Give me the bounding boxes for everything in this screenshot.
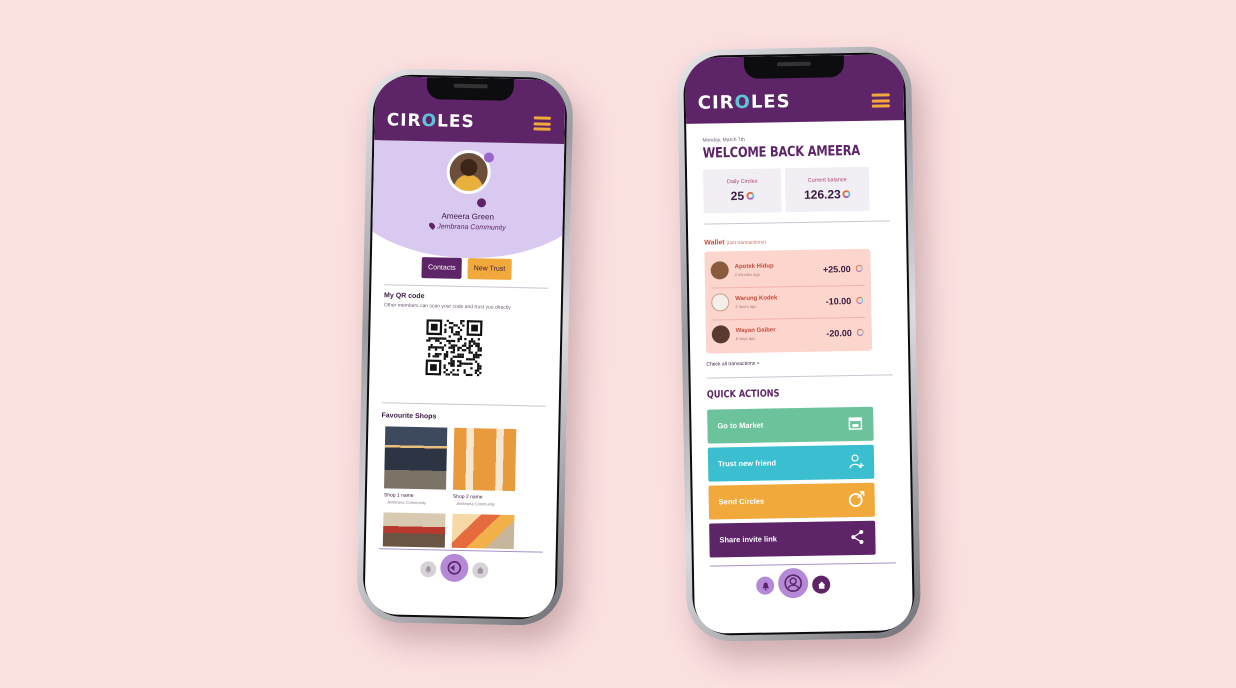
- card-label: Current balance: [807, 177, 847, 184]
- contacts-button[interactable]: Contacts: [421, 257, 462, 279]
- transaction-name: Warung Kodek: [735, 295, 778, 303]
- wallet-panel: Apotek Hidup 2 minutes ago +25.00 Warung…: [704, 248, 873, 354]
- shop-image[interactable]: [453, 427, 517, 492]
- circles-coin-icon: [842, 190, 851, 199]
- transaction-row[interactable]: Wayan Gaiber 6 days ago -20.00: [706, 317, 873, 352]
- wallet-title: Wallet (last transactions): [704, 239, 767, 247]
- transaction-amount: -20.00: [826, 328, 852, 339]
- favourite-shops-title: Favourite Shops: [381, 412, 437, 421]
- circles-coin-icon: [856, 296, 864, 304]
- shop-image[interactable]: [384, 426, 448, 490]
- menu-icon[interactable]: [871, 93, 890, 108]
- circles-coin-icon: [746, 191, 755, 200]
- transaction-time: 6 days ago: [735, 335, 756, 342]
- date-label: Monday, March 7th: [702, 136, 745, 144]
- home-screen: CIROLES Monday, March 7th WELCOME BACK A…: [684, 54, 914, 634]
- qr-subtitle: Other members can scan your code and tru…: [383, 302, 511, 311]
- avatar: [710, 261, 729, 280]
- share-icon: [851, 529, 864, 544]
- avatar: [711, 293, 730, 312]
- divider: [706, 374, 893, 379]
- circles-logo[interactable]: CIROLES: [387, 110, 475, 132]
- welcome-title: WELCOME BACK AMEERA: [702, 142, 861, 162]
- home-icon[interactable]: [472, 562, 489, 579]
- nav-divider: [709, 562, 896, 567]
- store-icon: [848, 417, 863, 430]
- qr-code[interactable]: [425, 319, 483, 377]
- new-trust-button[interactable]: New Trust: [467, 258, 512, 280]
- notch: [743, 55, 845, 79]
- profile-screen: CIROLES Ameera Green Jembrana Community …: [364, 76, 566, 618]
- send-circles-icon: [848, 491, 865, 507]
- bell-icon[interactable]: [420, 561, 437, 578]
- divider: [703, 220, 890, 225]
- shop-name[interactable]: Shop 1 name: [384, 492, 414, 499]
- add-user-icon: [849, 454, 864, 469]
- circles-coin-icon: [855, 264, 863, 272]
- transaction-row[interactable]: Warung Kodek 2 hours ago -10.00: [705, 285, 872, 320]
- shop-image[interactable]: [451, 513, 515, 550]
- balance-card[interactable]: Current balance 126.23: [784, 166, 870, 213]
- phone-profile: CIROLES Ameera Green Jembrana Community …: [356, 67, 574, 627]
- transaction-row[interactable]: Apotek Hidup 2 minutes ago +25.00: [704, 253, 871, 288]
- transaction-time: 2 minutes ago: [734, 271, 760, 278]
- menu-icon[interactable]: [533, 116, 551, 131]
- avatar: [711, 325, 730, 344]
- shop-image[interactable]: [382, 512, 446, 548]
- shop-name[interactable]: Shop 2 name: [453, 494, 483, 501]
- notch: [426, 77, 515, 101]
- nav-divider: [378, 548, 543, 553]
- check-all-transactions-link[interactable]: Check all transactions >: [706, 361, 759, 368]
- location-pin-icon: [427, 221, 437, 231]
- exchange-icon[interactable]: [440, 553, 469, 583]
- transaction-time: 2 hours ago: [735, 303, 757, 310]
- daily-circles-card[interactable]: Daily Circles 25: [702, 168, 782, 214]
- send-circles-button[interactable]: Send Circles: [708, 482, 876, 520]
- divider: [381, 402, 546, 407]
- go-to-market-button[interactable]: Go to Market: [707, 406, 874, 444]
- trust-new-friend-button[interactable]: Trust new friend: [707, 444, 875, 482]
- phone-home: CIROLES Monday, March 7th WELCOME BACK A…: [676, 46, 922, 642]
- shop-location: Jembrana Community: [455, 500, 495, 507]
- transaction-name: Wayan Gaiber: [735, 327, 776, 335]
- profile-icon[interactable]: [777, 567, 809, 599]
- home-icon[interactable]: [812, 575, 831, 594]
- transaction-amount: +25.00: [822, 264, 851, 275]
- card-value: 25: [703, 188, 781, 203]
- divider: [384, 284, 549, 289]
- card-label: Daily Circles: [726, 178, 758, 186]
- share-invite-link-button[interactable]: Share invite link: [709, 520, 876, 558]
- circles-coin-icon: [856, 328, 864, 336]
- bell-icon[interactable]: [756, 576, 775, 595]
- qr-title: My QR code: [383, 292, 425, 301]
- transaction-amount: -10.00: [825, 296, 852, 307]
- circles-logo[interactable]: CIROLES: [698, 91, 791, 114]
- card-value: 126.23: [785, 187, 869, 202]
- quick-actions-title: QUICK ACTIONS: [706, 388, 780, 401]
- profile-actions: Contacts New Trust: [371, 256, 561, 281]
- shop-location: Jembrana Community: [386, 499, 426, 506]
- transaction-name: Apotek Hidup: [734, 263, 774, 271]
